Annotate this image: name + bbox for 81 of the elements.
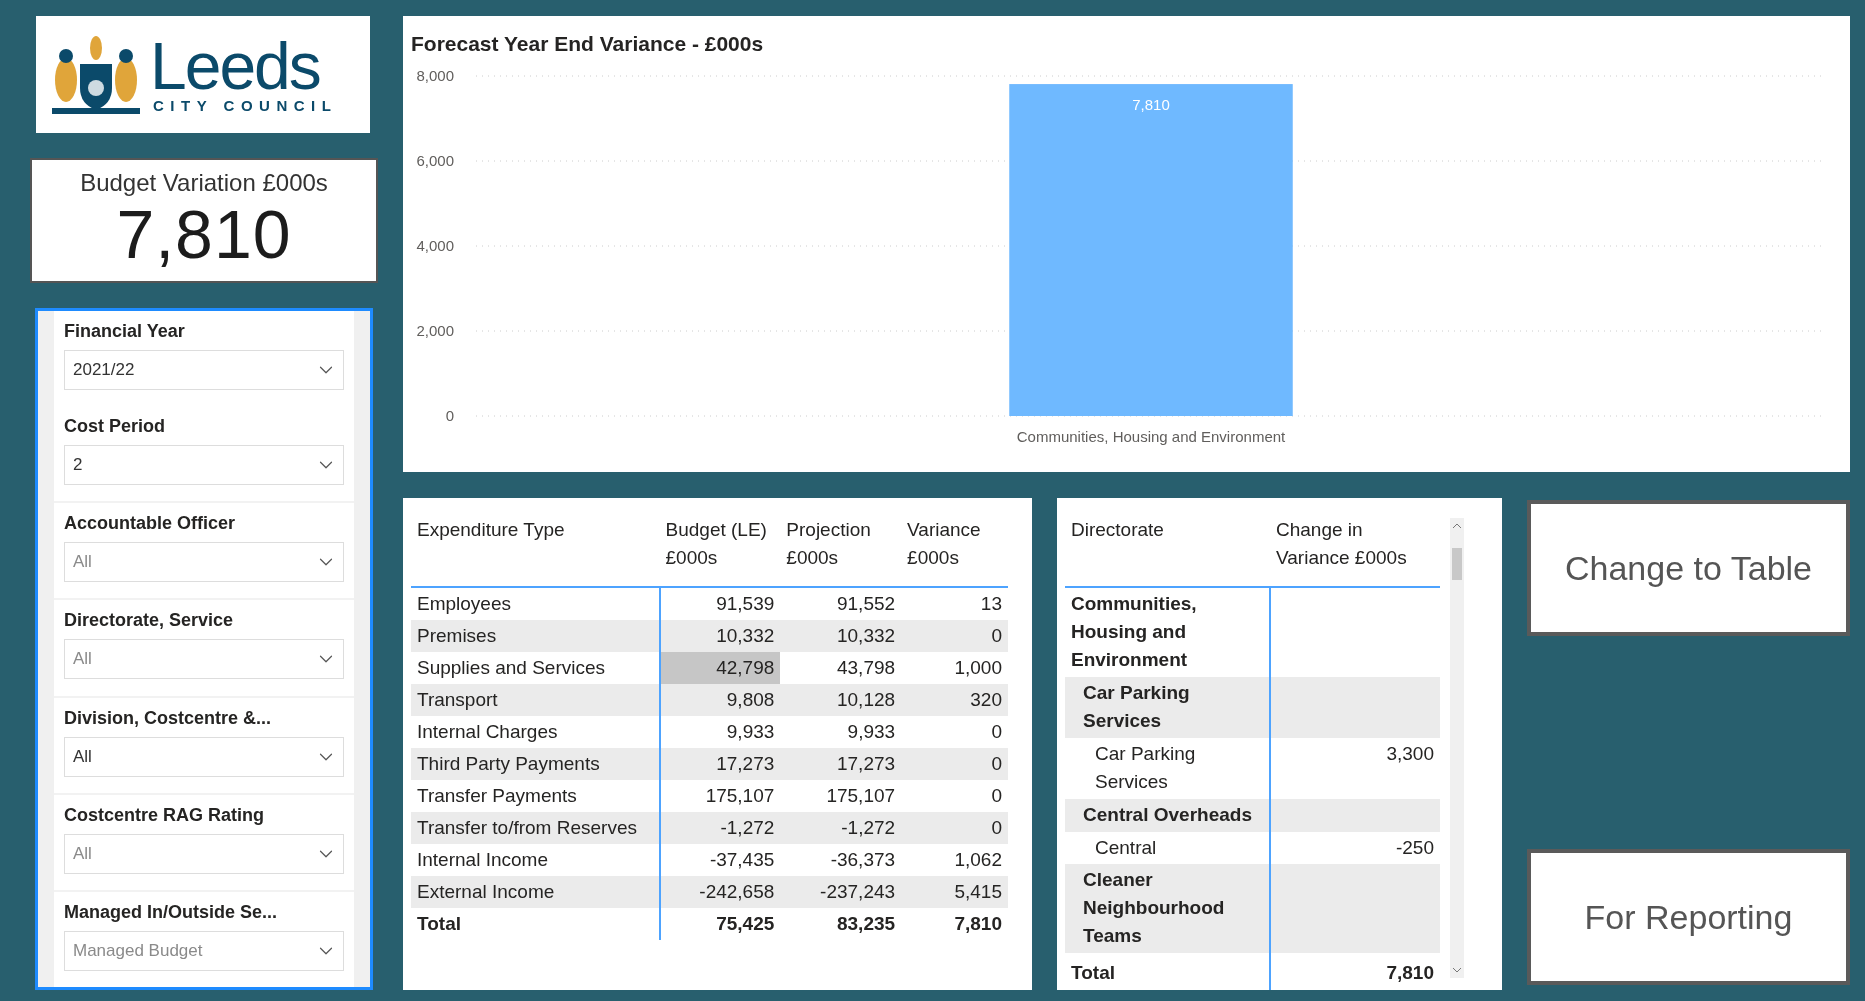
table-cell: 9,933 [780, 716, 902, 748]
axis-tick-label: 4,000 [416, 237, 454, 254]
column-header[interactable]: Directorate [1065, 506, 1270, 587]
table-cell: -37,435 [659, 844, 781, 876]
table-cell: 0 [901, 812, 1008, 844]
row-label: Premises [411, 620, 660, 652]
kpi-title: Budget Variation £000s [80, 169, 328, 198]
total-label: Total [1065, 953, 1270, 990]
table-cell: 0 [901, 748, 1008, 780]
table-cell: 10,128 [780, 684, 902, 716]
axis-tick-label: 8,000 [416, 67, 454, 84]
filter-label: Cost Period [64, 416, 166, 438]
column-header[interactable]: Expenditure Type [411, 506, 660, 587]
table-cell: 17,273 [780, 748, 902, 780]
row-label: Central Overheads [1065, 799, 1270, 832]
table-cell: 42,798 [659, 652, 781, 684]
axis-tick-label: 2,000 [416, 322, 454, 339]
logo-subtitle: CITY COUNCIL [152, 97, 338, 115]
table-cell: -36,373 [780, 844, 902, 876]
scrollbar[interactable] [1450, 518, 1464, 978]
row-label: External Income [411, 876, 660, 908]
dropdown[interactable]: All [64, 542, 344, 583]
table-cell: 320 [901, 684, 1008, 716]
row-label: Car Parking Services [1065, 677, 1270, 739]
filter-label: Accountable Officer [64, 513, 237, 535]
table-cell: 0 [901, 780, 1008, 812]
table-cell: 10,332 [659, 620, 781, 652]
logo-wordmark: Leeds [150, 34, 320, 98]
total-cell: 7,810 [901, 908, 1008, 940]
action-button[interactable]: For Reporting [1527, 849, 1850, 985]
table-cell: -1,272 [780, 812, 902, 844]
dropdown[interactable]: 2 [64, 445, 344, 486]
row-label: Transport [411, 684, 660, 716]
table-cell: 0 [901, 620, 1008, 652]
data-label: 7,810 [1132, 96, 1170, 114]
dropdown[interactable]: Managed Budget [64, 930, 344, 971]
axis-tick-label: 0 [445, 407, 454, 424]
table-cell: 43,798 [780, 652, 902, 684]
kpi-value: 7,810 [116, 197, 292, 272]
dropdown[interactable]: All [64, 833, 344, 874]
row-label: Cleaner Neighbourhood Teams [1065, 864, 1270, 954]
total-label: Total [411, 908, 660, 940]
row-label: Third Party Payments [411, 748, 660, 780]
table-cell: 175,107 [659, 780, 781, 812]
filter-label: Financial Year [64, 321, 186, 342]
table-cell: 17,273 [659, 748, 781, 780]
action-button[interactable]: Change to Table [1527, 500, 1850, 636]
table-cell: 1,000 [901, 652, 1008, 684]
table-cell: 9,808 [659, 684, 781, 716]
table-cell: -237,243 [780, 876, 902, 908]
table-cell: 0 [901, 716, 1008, 748]
table-cell: 175,107 [780, 780, 902, 812]
filter-label: Division, Costcentre &... [64, 707, 273, 729]
total-cell: 75,425 [659, 908, 781, 940]
filter-label: Directorate, Service [64, 610, 235, 632]
chart-title: Forecast Year End Variance - £000s [411, 32, 765, 56]
dropdown[interactable]: 2021/22 [64, 350, 344, 390]
table-cell: 13 [901, 587, 1008, 620]
table-cell: 10,332 [780, 620, 902, 652]
column-header[interactable]: Change in Variance £000s [1270, 506, 1440, 587]
table-cell: 3,300 [1270, 738, 1440, 800]
table-cell: 91,552 [780, 587, 902, 620]
column-header[interactable]: Projection £000s [780, 506, 902, 587]
table-cell: 91,539 [659, 587, 781, 620]
total-cell: 83,235 [780, 908, 902, 940]
filter-label: Costcentre RAG Rating [64, 804, 266, 826]
dropdown[interactable]: All [64, 639, 344, 680]
filter-label: Managed In/Outside Se... [64, 901, 279, 923]
table-cell: -242,658 [659, 876, 781, 908]
dropdown[interactable]: All [64, 736, 344, 777]
column-header[interactable]: Variance £000s [901, 506, 1008, 587]
table-cell: -250 [1270, 831, 1440, 865]
column-header[interactable]: Budget (LE) £000s [659, 506, 781, 587]
table-cell: 1,062 [901, 844, 1008, 876]
table-cell: 5,415 [901, 876, 1008, 908]
row-label: Transfer to/from Reserves [411, 812, 660, 844]
table-cell: -1,272 [659, 812, 781, 844]
table-cell: 9,933 [659, 716, 781, 748]
axis-tick-label: 6,000 [416, 152, 454, 169]
total-cell: 7,810 [1270, 953, 1440, 990]
category-label: Communities, Housing and Environment [1016, 428, 1286, 445]
